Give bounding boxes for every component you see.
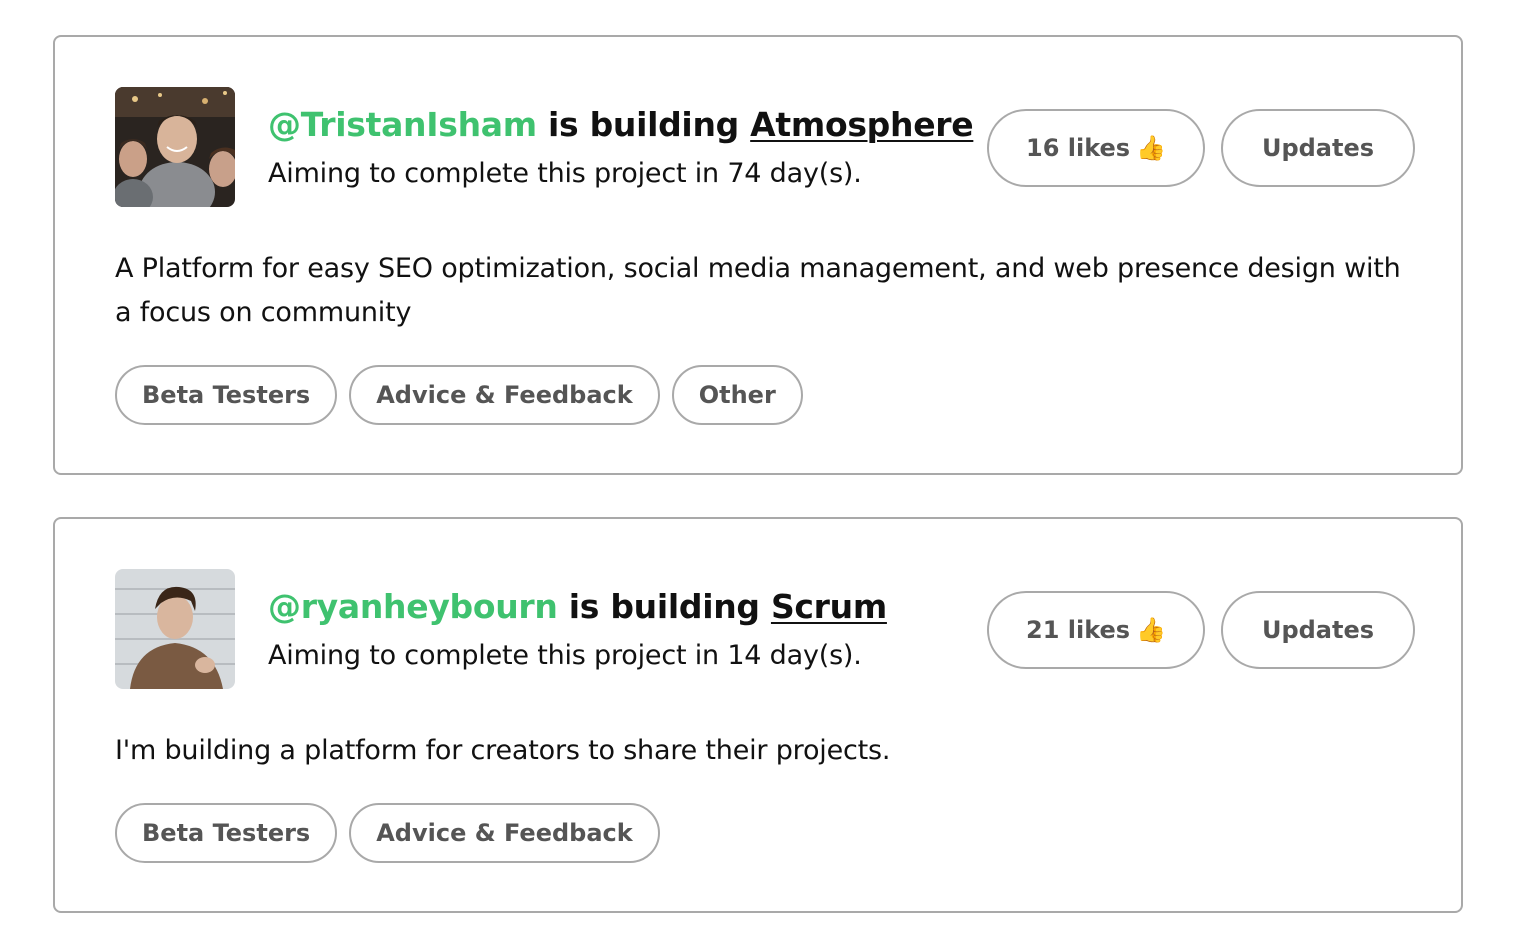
avatar-photo	[115, 87, 235, 207]
likes-button[interactable]: 21 likes 👍	[987, 591, 1205, 669]
avatar[interactable]	[115, 87, 235, 207]
thumbs-up-icon: 👍	[1136, 616, 1166, 644]
user-handle-link[interactable]: @ryanheybourn	[268, 587, 558, 626]
completion-target-text: Aiming to complete this project in 14 da…	[268, 640, 862, 671]
project-name-link[interactable]: Scrum	[771, 587, 887, 626]
tag-advice-feedback[interactable]: Advice & Feedback	[349, 365, 660, 425]
project-headline: @TristanIsham is building Atmosphere	[268, 105, 974, 145]
user-handle-link[interactable]: @TristanIsham	[268, 105, 537, 144]
tag-list: Beta Testers Advice & Feedback	[115, 803, 660, 863]
tag-other[interactable]: Other	[671, 365, 803, 425]
project-name-link[interactable]: Atmosphere	[750, 105, 973, 144]
headline-verb: is building	[548, 105, 739, 144]
tag-beta-testers[interactable]: Beta Testers	[115, 365, 338, 425]
avatar[interactable]	[115, 569, 235, 689]
likes-count: 16 likes	[1026, 134, 1131, 162]
project-description: I'm building a platform for creators to …	[115, 735, 891, 766]
project-description: A Platform for easy SEO optimization, so…	[115, 253, 1401, 328]
avatar-photo	[115, 569, 235, 689]
likes-count: 21 likes	[1026, 616, 1131, 644]
tag-advice-feedback[interactable]: Advice & Feedback	[349, 803, 660, 863]
updates-button[interactable]: Updates	[1221, 109, 1415, 187]
project-card: @ryanheybourn is building Scrum Aiming t…	[53, 517, 1463, 913]
completion-target-text: Aiming to complete this project in 74 da…	[268, 158, 862, 189]
tag-list: Beta Testers Advice & Feedback Other	[115, 365, 803, 425]
project-card: @TristanIsham is building Atmosphere Aim…	[53, 35, 1463, 475]
project-headline: @ryanheybourn is building Scrum	[268, 587, 887, 627]
thumbs-up-icon: 👍	[1136, 134, 1166, 162]
updates-button[interactable]: Updates	[1221, 591, 1415, 669]
headline-verb: is building	[568, 587, 760, 626]
tag-beta-testers[interactable]: Beta Testers	[115, 803, 338, 863]
likes-button[interactable]: 16 likes 👍	[987, 109, 1205, 187]
